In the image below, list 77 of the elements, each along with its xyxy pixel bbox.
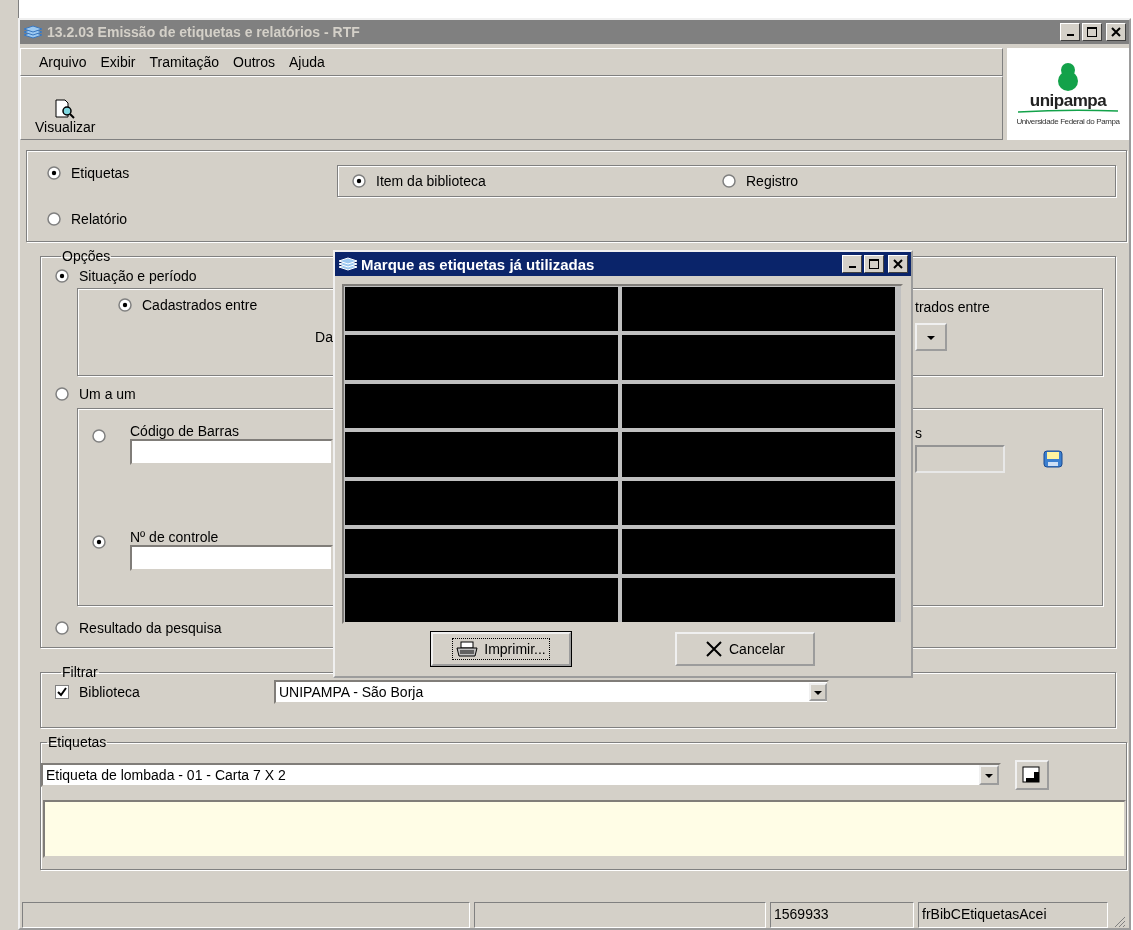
library-dropdown[interactable]: UNIPAMPA - São Borja [274,680,829,704]
printer-icon [456,641,479,657]
group-title: Etiquetas [47,734,108,750]
sheet-icon [1022,766,1042,784]
field-label: Código de Barras [130,423,239,439]
label-slot[interactable] [345,383,618,429]
option-label: trados entre [915,299,991,315]
maximize-button[interactable] [1082,23,1102,41]
radio-label: Etiquetas [71,165,130,181]
status-text: 1569933 [770,902,914,928]
menu-item[interactable]: Ajuda [289,54,325,70]
label-setup-button[interactable] [1015,760,1049,790]
field-label: Nº de controle [130,529,219,545]
radio-label: Cadastrados entre [142,297,258,313]
radio-label: Registro [746,173,799,189]
radio-button[interactable] [92,429,106,443]
radio-button[interactable] [55,387,69,401]
label-slot[interactable] [622,577,895,622]
radio-label: Item da biblioteca [376,173,486,189]
field-label: s [915,425,923,441]
logo: unipampa Universidade Federal do Pampa [1007,48,1129,140]
maximize-icon [1087,27,1097,37]
minimize-button[interactable] [1060,23,1080,41]
radio-label: Relatório [71,211,128,227]
menu-item[interactable]: Tramitação [149,54,219,70]
radio-label: Um a um [79,386,136,402]
menu-item[interactable]: Exibir [100,54,136,70]
close-icon [893,259,903,269]
menu-item[interactable]: Outros [233,54,275,70]
label-template-dropdown[interactable]: Etiqueta de lombada - 01 - Carta 7 X 2 [41,763,1001,787]
radio-button[interactable] [722,174,736,188]
radio-button[interactable] [55,269,69,283]
field-label: Da [315,329,333,345]
resize-grip-icon[interactable] [1112,914,1126,928]
memo-field[interactable] [43,800,1126,858]
barcode-field[interactable] [130,439,333,465]
label-slot[interactable] [345,287,618,332]
maximize-icon [869,259,879,269]
print-button[interactable]: Imprimir... [431,632,571,666]
close-button[interactable] [888,255,908,273]
control-number-field[interactable] [130,545,333,571]
cancel-button[interactable]: Cancelar [675,632,815,666]
minimize-button[interactable] [842,255,862,273]
group-title: Opções [61,248,112,264]
group-title: Filtrar [61,664,99,680]
close-icon [1111,27,1121,37]
status-text: frBibCEtiquetasAcei [918,902,1108,928]
stack-icon [338,256,358,272]
menu-item[interactable]: Arquivo [39,54,87,70]
dropdown-button[interactable] [915,323,947,351]
window-title: 13.2.03 Emissão de etiquetas e relatórios - RTF [47,24,361,40]
label-slot[interactable] [622,287,895,332]
document-magnifier-icon [54,99,77,119]
minimize-icon [1066,34,1074,36]
radio-button[interactable] [47,166,61,180]
maximize-button[interactable] [864,255,884,273]
label-slot[interactable] [622,480,895,526]
input-field[interactable] [915,445,1005,473]
label-slot[interactable] [345,480,618,526]
radio-label: Resultado da pesquisa [79,620,222,636]
radio-button[interactable] [55,621,69,635]
x-icon [705,641,723,657]
radio-button[interactable] [118,298,132,312]
dialog-title: Marque as etiquetas já utilizadas [361,255,596,273]
checkbox-label: Biblioteca [79,684,141,700]
stack-icon [23,24,43,40]
floppy-icon[interactable] [1043,450,1063,468]
radio-button[interactable] [352,174,366,188]
label-slot[interactable] [345,577,618,622]
radio-button[interactable] [47,212,61,226]
minimize-icon [848,266,856,268]
label-slot[interactable] [622,383,895,429]
close-button[interactable] [1106,23,1126,41]
checkbox[interactable] [55,685,69,699]
radio-label: Situação e período [79,268,197,284]
radio-button[interactable] [92,535,106,549]
preview-button[interactable]: Visualizar [35,99,96,135]
